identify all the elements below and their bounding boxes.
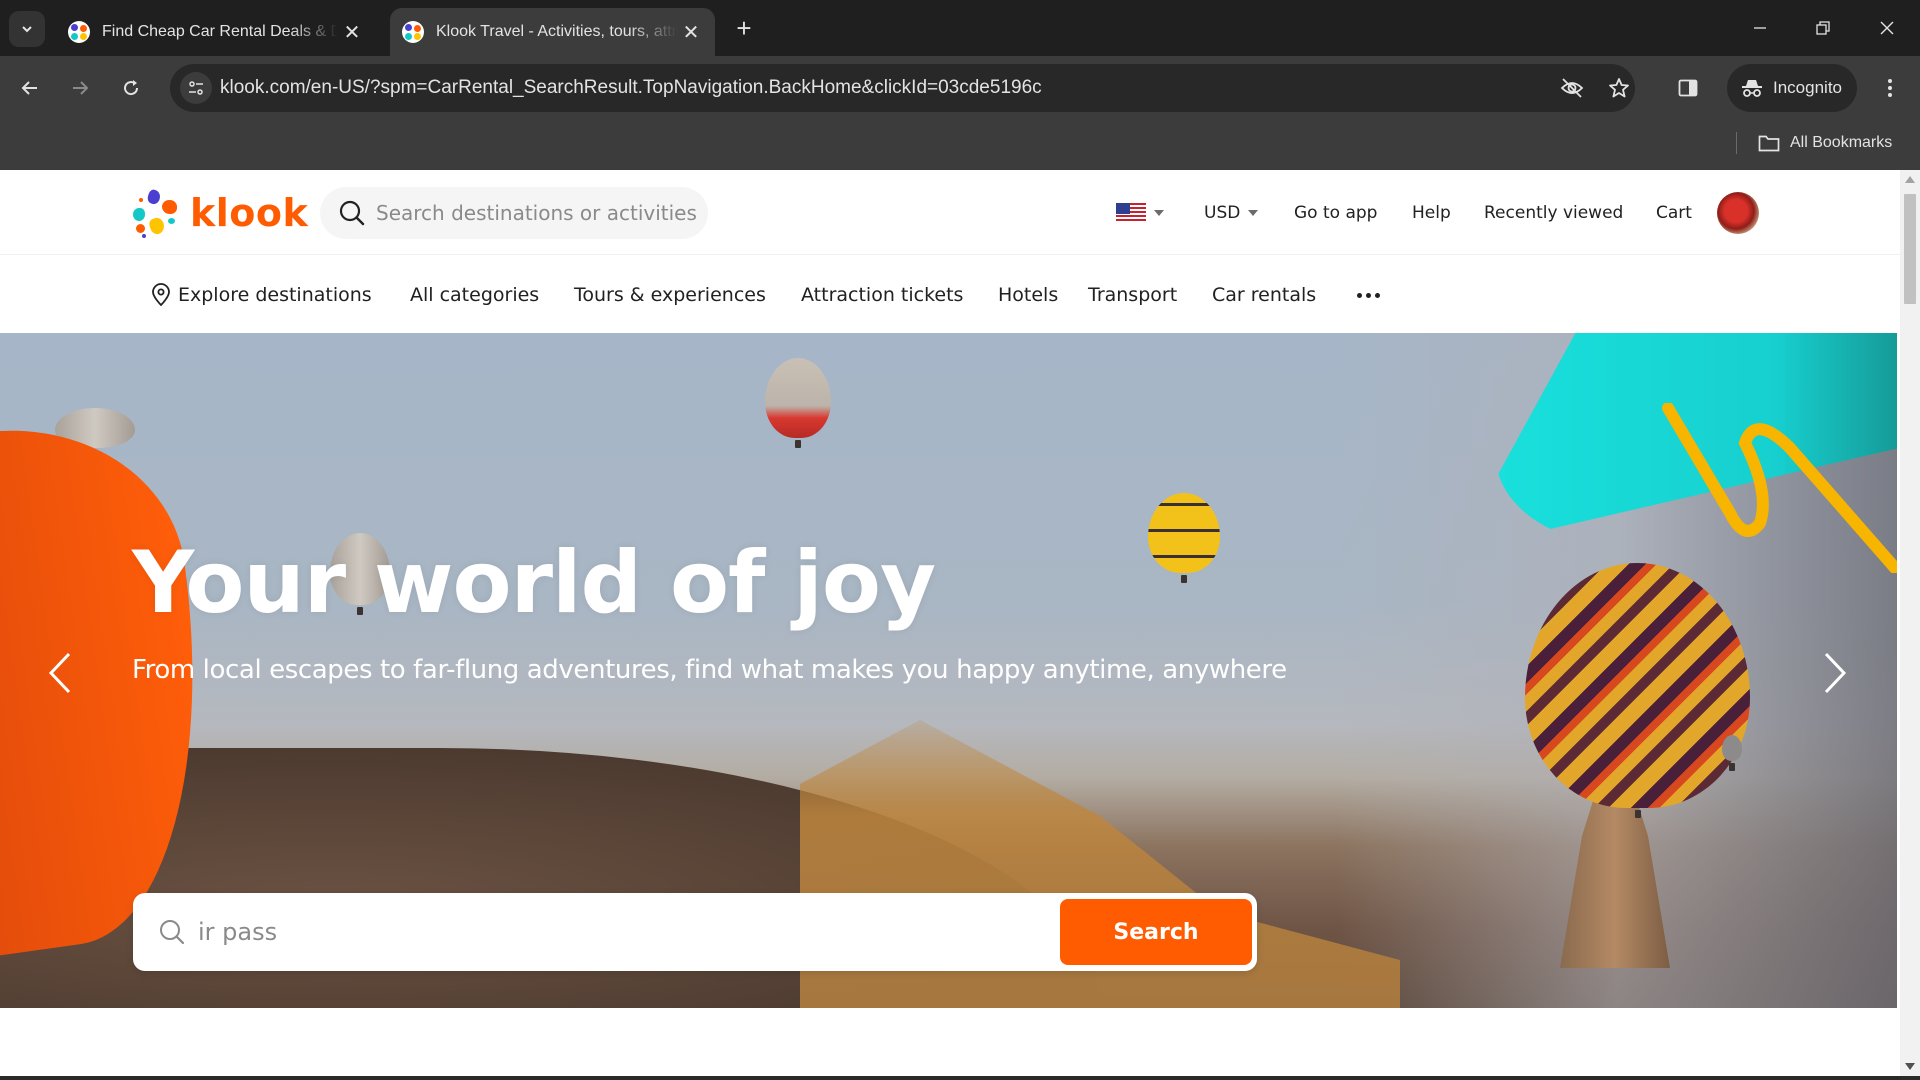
hero-search-box[interactable]: Search (133, 893, 1257, 971)
back-button[interactable] (12, 70, 48, 106)
tab-title: Klook Travel - Activities, tours, attrac… (436, 23, 677, 40)
side-panel-icon (1678, 79, 1698, 97)
close-icon (1880, 21, 1894, 35)
klook-logo-mark-icon (132, 188, 182, 238)
nav-tours-experiences[interactable]: Tours & experiences (574, 280, 766, 310)
kebab-menu-icon (1888, 79, 1892, 97)
hero-subtitle: From local escapes to far-flung adventur… (132, 655, 1287, 685)
nav-transport[interactable]: Transport (1088, 280, 1177, 310)
browser-tab-bar: Find Cheap Car Rental Deals & Discounts … (0, 0, 1920, 56)
site-header: klook USD Go to app Help Recently viewed… (0, 170, 1900, 255)
scroll-down-arrow-icon[interactable] (1905, 1063, 1915, 1070)
hero-search-button[interactable]: Search (1060, 899, 1252, 965)
close-window-button[interactable] (1867, 10, 1907, 46)
us-flag-icon (1116, 203, 1146, 223)
side-panel-button[interactable] (1670, 70, 1706, 106)
nav-car-rentals[interactable]: Car rentals (1212, 280, 1316, 310)
header-search-box[interactable] (320, 187, 708, 239)
currency-selector[interactable]: USD (1204, 194, 1259, 232)
more-dot-icon (1374, 292, 1380, 298)
chevron-down-icon (22, 26, 32, 33)
tab-car-rental[interactable]: Find Cheap Car Rental Deals & Discounts … (56, 8, 376, 56)
search-icon (160, 920, 185, 945)
chevron-right-icon (1824, 652, 1847, 694)
all-bookmarks-button[interactable]: All Bookmarks (1758, 128, 1892, 158)
go-to-app-link[interactable]: Go to app (1294, 194, 1377, 232)
user-avatar[interactable] (1717, 192, 1759, 234)
hot-air-balloon-image (765, 358, 831, 448)
help-link[interactable]: Help (1412, 194, 1451, 232)
reload-button[interactable] (113, 70, 149, 106)
currency-label: USD (1204, 203, 1241, 223)
hero-banner: Your world of joy From local escapes to … (0, 333, 1897, 1008)
incognito-label: Incognito (1773, 78, 1842, 97)
caret-down-icon (1248, 210, 1259, 216)
minimize-button[interactable] (1740, 10, 1780, 46)
hero-title: Your world of joy (132, 533, 936, 633)
cart-link[interactable]: Cart (1656, 194, 1692, 232)
bookmark-star-icon[interactable] (1607, 76, 1631, 100)
chevron-left-icon (48, 652, 71, 694)
nav-attraction-tickets[interactable]: Attraction tickets (801, 280, 963, 310)
incognito-profile-button[interactable]: Incognito (1727, 64, 1857, 112)
url-text[interactable]: klook.com/en-US/?spm=CarRental_SearchRes… (220, 77, 1042, 99)
search-icon (339, 200, 365, 226)
nav-all-categories[interactable]: All categories (410, 280, 539, 310)
more-dot-icon (1356, 292, 1362, 298)
klook-logo[interactable]: klook (132, 188, 308, 238)
bookmarks-divider (1736, 132, 1737, 154)
carousel-next-button[interactable] (1813, 651, 1857, 695)
minimize-icon (1754, 27, 1766, 29)
hero-search-input[interactable] (198, 918, 1058, 946)
restore-button[interactable] (1803, 10, 1843, 46)
browser-menu-button[interactable] (1872, 70, 1908, 106)
reload-icon (124, 80, 139, 96)
hot-air-balloon-image (1148, 493, 1220, 583)
address-bar[interactable]: klook.com/en-US/?spm=CarRental_SearchRes… (170, 64, 1635, 112)
location-pin-icon (152, 283, 170, 307)
caret-down-icon (1154, 210, 1164, 216)
all-bookmarks-label: All Bookmarks (1790, 134, 1893, 151)
category-nav: Explore destinations All categories Tour… (0, 256, 1900, 334)
tab-klook-travel[interactable]: Klook Travel - Activities, tours, attrac… (390, 8, 715, 56)
folder-icon (1758, 135, 1780, 152)
browser-toolbar: klook.com/en-US/?spm=CarRental_SearchRes… (0, 56, 1920, 120)
eye-off-icon[interactable] (1560, 76, 1584, 100)
klook-wordmark: klook (190, 191, 309, 235)
decorative-squiggle-icon (1662, 403, 1897, 573)
new-tab-button[interactable]: + (730, 13, 758, 43)
close-tab-icon[interactable]: ✕ (338, 18, 366, 46)
klook-favicon-icon (68, 21, 90, 43)
nav-label: Explore destinations (178, 284, 372, 306)
site-settings-icon[interactable] (180, 72, 212, 104)
recently-viewed-link[interactable]: Recently viewed (1484, 194, 1623, 232)
restore-icon (1816, 21, 1830, 35)
close-tab-icon[interactable]: ✕ (677, 18, 705, 46)
nav-explore-destinations[interactable]: Explore destinations (150, 280, 372, 310)
more-dot-icon (1365, 292, 1371, 298)
language-selector[interactable] (1116, 194, 1164, 232)
bookmarks-bar: All Bookmarks (0, 120, 1920, 170)
forward-button[interactable] (62, 70, 98, 106)
tab-title: Find Cheap Car Rental Deals & Discounts (102, 23, 338, 40)
hot-air-balloon-image (1722, 735, 1742, 771)
header-search-input[interactable] (376, 201, 696, 225)
scrollbar-thumb[interactable] (1904, 194, 1916, 304)
arrow-right-icon (73, 81, 89, 95)
klook-page: klook USD Go to app Help Recently viewed… (0, 170, 1900, 1080)
klook-favicon-icon (402, 21, 424, 43)
nav-hotels[interactable]: Hotels (998, 280, 1058, 310)
page-scrollbar[interactable] (1900, 170, 1920, 1080)
tab-search-button[interactable] (9, 11, 45, 47)
taskbar-edge (0, 1076, 1920, 1080)
arrow-left-icon (21, 81, 37, 95)
carousel-prev-button[interactable] (38, 651, 82, 695)
nav-more-button[interactable] (1354, 280, 1382, 310)
scroll-up-arrow-icon[interactable] (1905, 176, 1915, 183)
incognito-icon (1742, 80, 1762, 97)
